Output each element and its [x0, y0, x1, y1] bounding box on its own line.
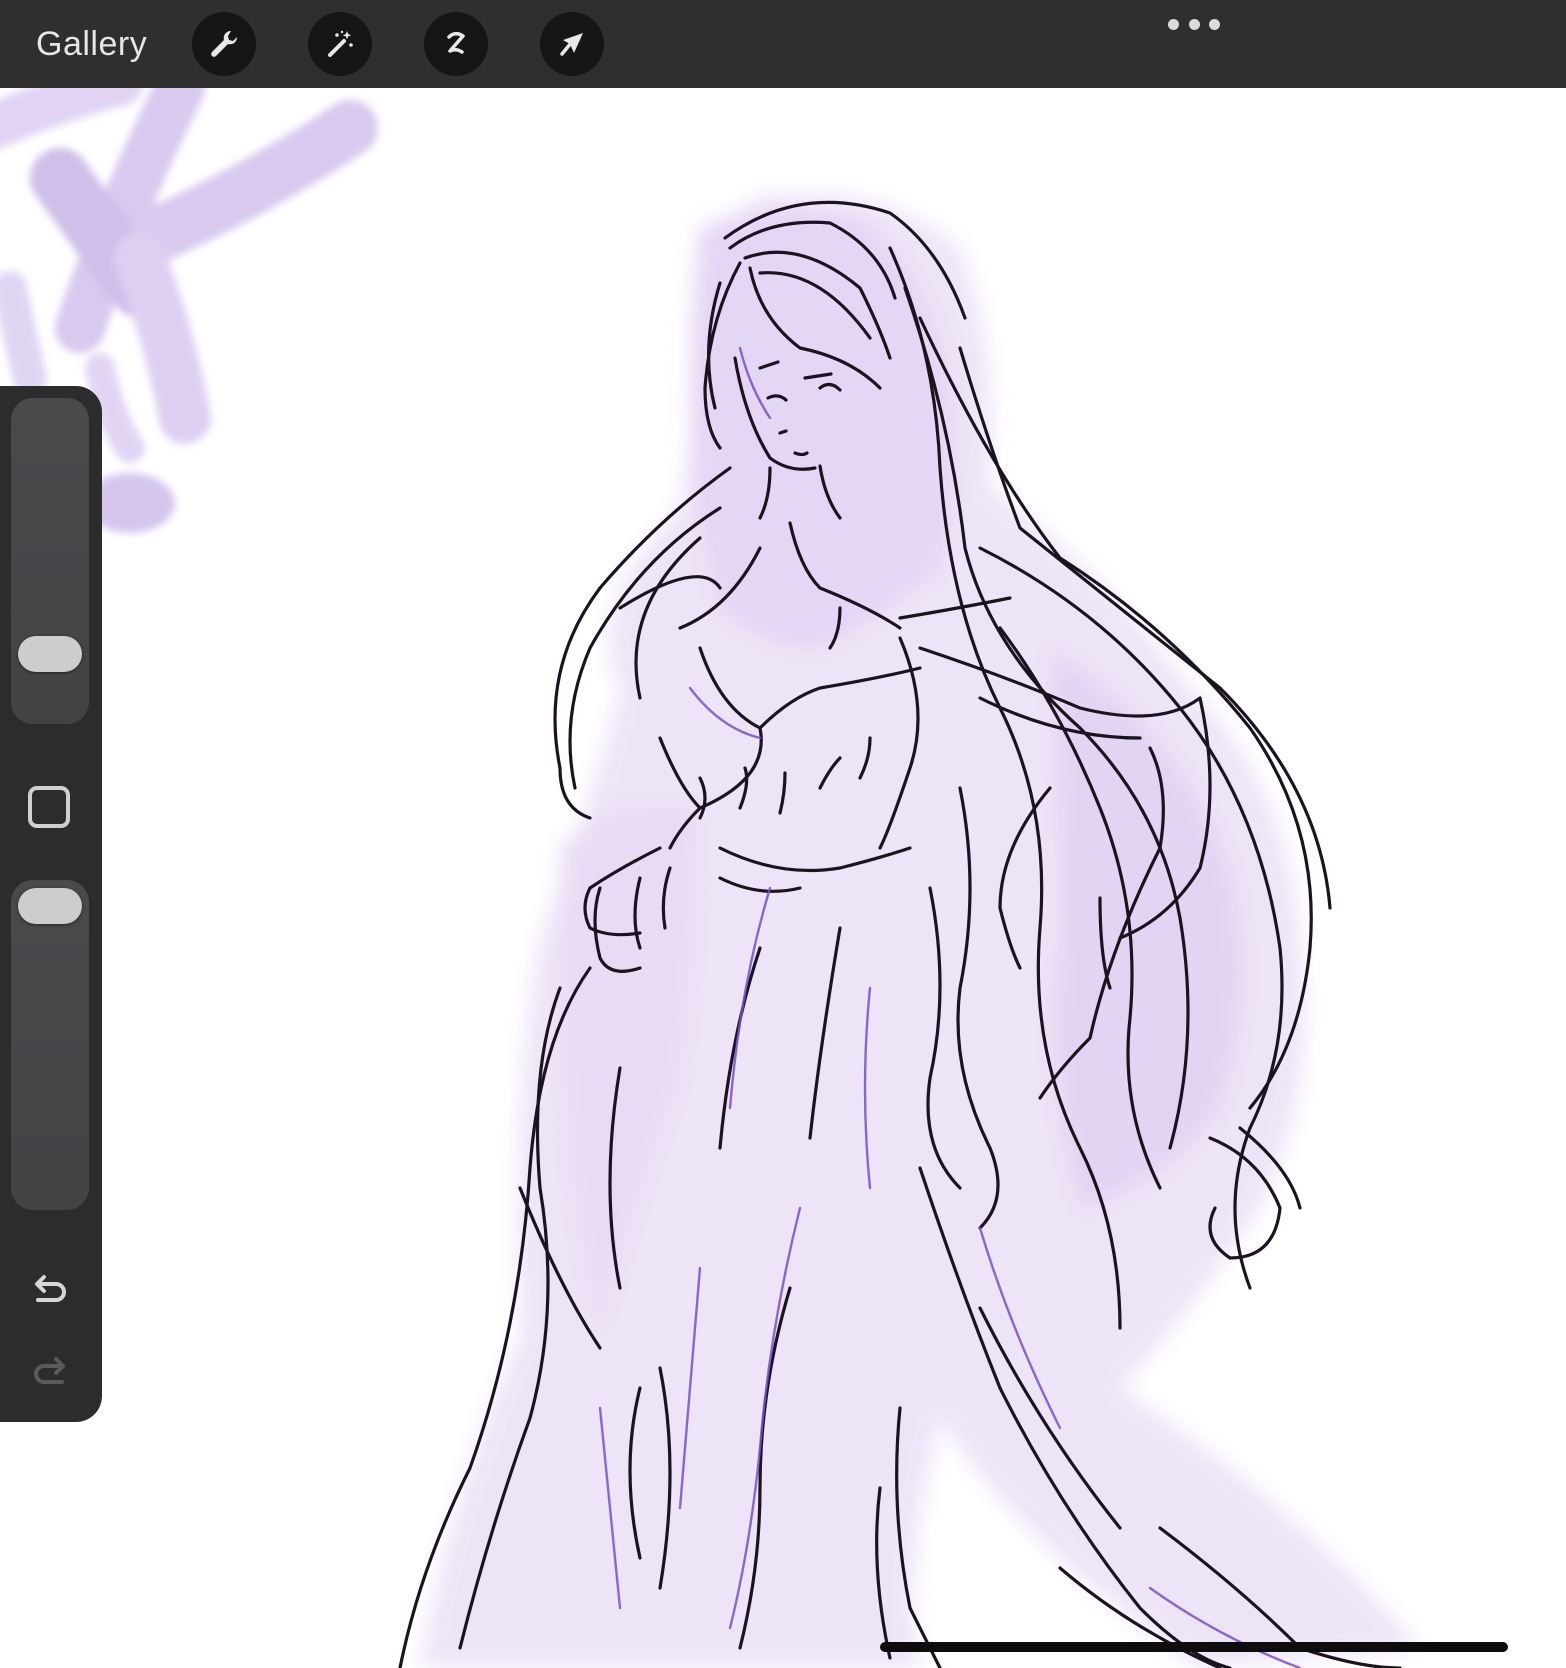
top-toolbar: Gallery: [0, 0, 1566, 88]
actions-button[interactable]: [192, 12, 256, 76]
arrow-cursor-icon: [560, 33, 583, 56]
undo-button[interactable]: [26, 1264, 74, 1312]
figure-fill: [420, 193, 1420, 1668]
transform-button[interactable]: [540, 12, 604, 76]
gallery-button[interactable]: Gallery: [36, 20, 147, 68]
redo-icon: [34, 1357, 65, 1384]
selection-button[interactable]: [424, 12, 488, 76]
ellipsis-icon: [1168, 18, 1179, 30]
modify-button[interactable]: [28, 786, 70, 828]
left-sidebar: [0, 386, 102, 1422]
magic-wand-icon: [328, 30, 353, 57]
adjustments-button[interactable]: [308, 12, 372, 76]
brush-size-slider[interactable]: [11, 398, 89, 724]
home-indicator[interactable]: [880, 1642, 1508, 1652]
procreate-app: Gallery: [0, 0, 1566, 1668]
drawing-canvas[interactable]: [0, 88, 1566, 1668]
sketch-artwork: [0, 88, 1420, 1668]
undo-icon: [35, 1275, 66, 1302]
opacity-thumb[interactable]: [18, 888, 82, 924]
redo-button[interactable]: [26, 1346, 74, 1394]
more-options-button[interactable]: [1168, 12, 1220, 36]
brush-size-thumb[interactable]: [18, 636, 82, 672]
opacity-slider[interactable]: [11, 880, 89, 1210]
wrench-icon: [211, 30, 238, 57]
selection-s-icon: [447, 32, 465, 54]
